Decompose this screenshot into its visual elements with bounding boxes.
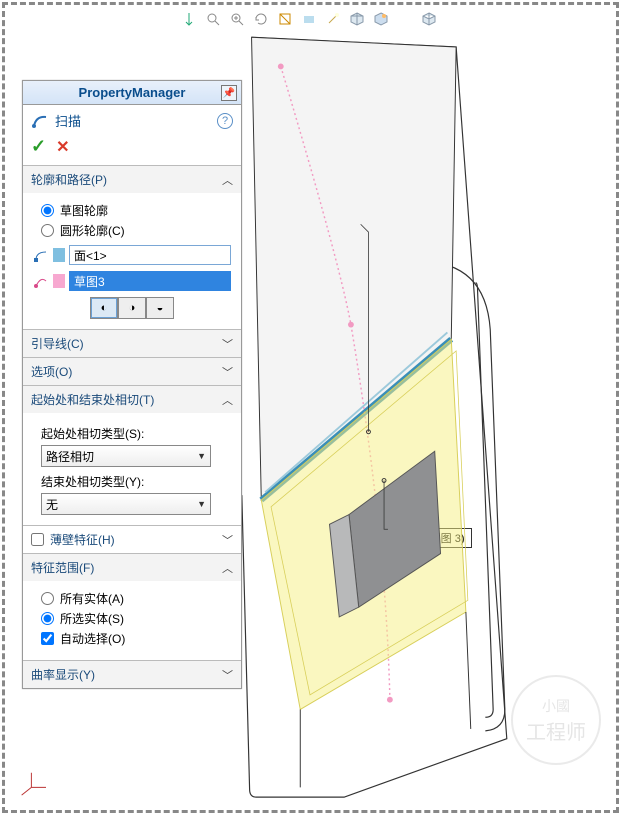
feature-name: 扫描 [55,111,81,130]
property-manager-panel: PropertyManager 📌 扫描 ? ✓ ✕ 轮廓和路径(P) ︿ 草图… [22,80,242,689]
chevron-down-icon: ﹀ [222,532,233,548]
alignment-toggle-group: ◐ ◑ ◒ [33,297,231,319]
pin-icon[interactable]: 📌 [221,85,237,101]
section-header[interactable]: 特征范围(F)︿ [23,554,241,581]
pm-title: PropertyManager [79,85,186,100]
align-toggle-1[interactable]: ◐ [90,297,118,319]
profile-swatch [53,248,65,262]
start-tangency-label: 起始处相切类型(S): [41,425,231,442]
section-tangency: 起始处和结束处相切(T)︿ 起始处相切类型(S): 路径相切▼ 结束处相切类型(… [23,385,241,525]
zoom-area-icon[interactable] [228,10,246,28]
wand-icon[interactable] [324,10,342,28]
auto-select-checkbox[interactable] [41,632,54,645]
path-icon [33,273,49,289]
display-icon[interactable] [300,10,318,28]
path-field[interactable]: 草图3 [69,271,231,291]
cancel-button[interactable]: ✕ [56,137,69,157]
align-toggle-2[interactable]: ◑ [118,297,146,319]
path-swatch [53,274,65,288]
thin-checkbox[interactable] [31,533,44,546]
section-thin[interactable]: 薄壁特征(H) ﹀ [23,526,241,553]
section-profile-path: 轮廓和路径(P) ︿ 草图轮廓 圆形轮廓(C) 面<1> 草图3 ◐ ◑ ◒ [23,165,241,329]
radio-selected-bodies[interactable] [41,612,54,625]
ok-button[interactable]: ✓ [31,136,46,157]
radio-all-bodies[interactable] [41,592,54,605]
section-options[interactable]: 选项(O)﹀ [23,358,241,385]
view-toolbar [180,10,438,28]
rotate-icon[interactable] [252,10,270,28]
chevron-up-icon: ︿ [222,392,233,408]
help-icon[interactable]: ? [217,113,233,129]
chevron-down-icon: ﹀ [222,364,233,380]
radio-circular-profile[interactable] [41,224,54,237]
end-tangency-dropdown[interactable]: 无▼ [41,493,211,515]
iso-icon[interactable] [348,10,366,28]
section-curvature[interactable]: 曲率显示(Y)﹀ [23,661,241,688]
section-guide[interactable]: 引导线(C)﹀ [23,330,241,357]
chevron-down-icon: ﹀ [222,667,233,683]
path-selection-row: 草图3 [33,271,231,291]
pm-header: PropertyManager 📌 [23,81,241,105]
sweep-icon [31,112,49,130]
profile-selection-row: 面<1> [33,245,231,265]
chevron-down-icon: ▼ [197,499,206,509]
cube-icon[interactable] [420,10,438,28]
scene-icon[interactable] [372,10,390,28]
align-toggle-3[interactable]: ◒ [146,297,174,319]
profile-icon [33,247,49,263]
section-scope: 特征范围(F)︿ 所有实体(A) 所选实体(S) 自动选择(O) [23,553,241,660]
end-tangency-label: 结束处相切类型(Y): [41,473,231,490]
section-header[interactable]: 起始处和结束处相切(T)︿ [23,386,241,413]
tool-icon[interactable] [180,10,198,28]
profile-field[interactable]: 面<1> [69,245,231,265]
chevron-up-icon: ︿ [222,172,233,188]
zoom-fit-icon[interactable] [204,10,222,28]
start-tangency-dropdown[interactable]: 路径相切▼ [41,445,211,467]
section-header[interactable]: 轮廓和路径(P) ︿ [23,166,241,193]
radio-sketch-profile[interactable] [41,204,54,217]
chevron-down-icon: ﹀ [222,336,233,352]
confirm-row: ✓ ✕ [23,136,241,165]
chevron-down-icon: ▼ [197,451,206,461]
section-icon[interactable] [276,10,294,28]
feature-header: 扫描 ? [23,105,241,136]
separator [396,10,414,28]
chevron-up-icon: ︿ [222,560,233,576]
